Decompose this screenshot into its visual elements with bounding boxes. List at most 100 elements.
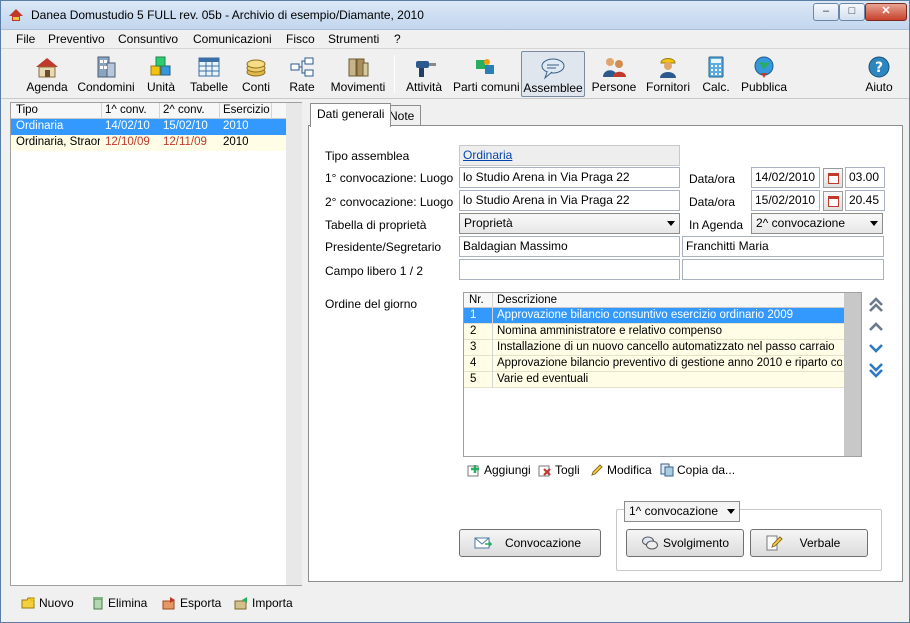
- app-logo-icon: [9, 9, 23, 21]
- menu-consuntivo[interactable]: Consuntivo: [118, 32, 178, 46]
- toolbar-label: Calc.: [702, 80, 730, 94]
- row-nr: 2: [470, 325, 477, 337]
- new-folder-icon: [21, 597, 35, 609]
- column-header-tipo[interactable]: Tipo: [16, 104, 38, 116]
- copia-da-button[interactable]: Copia da...: [660, 463, 735, 481]
- minimize-button[interactable]: –: [813, 3, 839, 21]
- conv2-luogo-input[interactable]: lo Studio Arena in Via Praga 22: [459, 190, 680, 211]
- campo-libero-1-input[interactable]: [459, 259, 680, 280]
- toolbar-attivita-button[interactable]: Attività: [403, 51, 445, 97]
- togli-button[interactable]: Togli: [538, 463, 580, 481]
- menu-help[interactable]: ?: [394, 32, 401, 46]
- elimina-button[interactable]: Elimina: [91, 596, 147, 610]
- table-row[interactable]: 1 Approvazione bilancio consuntivo eserci…: [464, 308, 844, 324]
- convocazione-select-value: 1^ convocazione: [629, 504, 719, 518]
- menu-comunicazioni[interactable]: Comunicazioni: [193, 32, 272, 46]
- column-header-conv1[interactable]: 1^ conv.: [105, 104, 147, 116]
- campo-libero-2-input[interactable]: [682, 259, 884, 280]
- building-icon: [97, 56, 116, 78]
- toolbar-label: Assemblee: [523, 81, 583, 95]
- move-bottom-icon[interactable]: [867, 361, 885, 379]
- in-agenda-select[interactable]: 2^ convocazione: [751, 213, 883, 234]
- toolbar-conti-button[interactable]: Conti: [237, 51, 275, 97]
- toolbar-movimenti-button[interactable]: Movimenti: [328, 51, 388, 97]
- move-top-icon[interactable]: [867, 296, 885, 314]
- toolbar-label: Aiuto: [865, 80, 893, 94]
- tabella-proprieta-select[interactable]: Proprietà: [459, 213, 680, 234]
- column-header-descrizione[interactable]: Descrizione: [497, 294, 557, 306]
- presidente-input[interactable]: Baldagian Massimo: [459, 236, 680, 257]
- table-row[interactable]: 4 Approvazione bilancio preventivo di ges…: [464, 356, 844, 372]
- grid-scrollbar[interactable]: [844, 293, 861, 456]
- close-button[interactable]: ✕: [865, 3, 907, 21]
- toolbar-assemblee-button[interactable]: Assemblee: [521, 51, 585, 97]
- chat-icon: [642, 536, 658, 550]
- menu-strumenti[interactable]: Strumenti: [328, 32, 379, 46]
- toolbar-fornitori-button[interactable]: Fornitori: [645, 51, 691, 97]
- dati-generali-panel: Tipo assemblea Ordinaria 1° convocazione…: [308, 125, 903, 582]
- toolbar-label: Agenda: [26, 80, 68, 94]
- nuovo-button[interactable]: Nuovo: [21, 596, 74, 610]
- toolbar-condomini-button[interactable]: Condomini: [77, 51, 135, 97]
- modifica-button[interactable]: Modifica: [590, 463, 652, 481]
- list-scrollbar[interactable]: [286, 103, 302, 585]
- toolbar-calc-button[interactable]: Calc.: [699, 51, 733, 97]
- toolbar-pubblica-button[interactable]: Pubblica: [739, 51, 789, 97]
- aggiungi-button[interactable]: Aggiungi: [467, 463, 531, 481]
- conv2-date-input[interactable]: 15/02/2010: [751, 190, 820, 211]
- convocazione-label: Convocazione: [504, 536, 582, 550]
- convocazione-button[interactable]: Convocazione: [459, 529, 601, 557]
- column-header-nr[interactable]: Nr.: [469, 294, 484, 306]
- menu-bar: File Preventivo Consuntivo Comunicazioni…: [1, 30, 909, 49]
- menu-preventivo[interactable]: Preventivo: [48, 32, 105, 46]
- column-header-esercizio[interactable]: Esercizio: [223, 104, 270, 116]
- tabella-proprieta-label: Tabella di proprietà: [325, 218, 427, 232]
- maximize-button[interactable]: □: [839, 3, 865, 21]
- list-item[interactable]: Ordinaria, Straordinaria 12/10/09 12/11/…: [11, 135, 286, 151]
- toolbar-persone-button[interactable]: Persone: [591, 51, 637, 97]
- toolbar-label: Movimenti: [330, 80, 386, 94]
- main-toolbar: Agenda Condomini Unità Tabelle Conti Rat…: [1, 49, 909, 99]
- toolbar-tabelle-button[interactable]: Tabelle: [187, 51, 231, 97]
- calendar-icon[interactable]: [823, 191, 843, 211]
- menu-fisco[interactable]: Fisco: [286, 32, 315, 46]
- copy-icon: [660, 463, 674, 477]
- in-agenda-label: In Agenda: [689, 218, 744, 232]
- toolbar-parti-comuni-button[interactable]: Parti comuni: [453, 51, 520, 97]
- table-row[interactable]: 3 Installazione di un nuovo cancello auto…: [464, 340, 844, 356]
- conv1-time-input[interactable]: 03.00: [845, 167, 885, 188]
- verbale-button[interactable]: Verbale: [750, 529, 868, 557]
- conv1-luogo-input[interactable]: lo Studio Arena in Via Praga 22: [459, 167, 680, 188]
- column-header-conv2[interactable]: 2^ conv.: [163, 104, 205, 116]
- move-up-icon[interactable]: [867, 318, 885, 336]
- table-row[interactable]: 2 Nomina amministratore e relativo compen…: [464, 324, 844, 340]
- toolbar-agenda-button[interactable]: Agenda: [23, 51, 71, 97]
- toolbar-label: Parti comuni: [453, 80, 520, 94]
- conv1-date-input[interactable]: 14/02/2010: [751, 167, 820, 188]
- toolbar-label: Fornitori: [645, 80, 690, 94]
- svolgimento-button[interactable]: Svolgimento: [626, 529, 744, 557]
- row-nr: 3: [470, 341, 477, 353]
- drill-icon: [416, 61, 436, 77]
- table-row[interactable]: 5 Varie ed eventuali: [464, 372, 844, 388]
- tabella-proprieta-value: Proprietà: [464, 216, 513, 230]
- convocazione-select[interactable]: 1^ convocazione: [624, 501, 740, 522]
- menu-file[interactable]: File: [16, 32, 35, 46]
- list-item[interactable]: Ordinaria 14/02/10 15/02/10 2010: [11, 119, 286, 135]
- importa-button[interactable]: Importa: [234, 596, 293, 610]
- esporta-button[interactable]: Esporta: [162, 596, 221, 610]
- flow-icon: [290, 57, 314, 77]
- tipo-assemblea-field[interactable]: Ordinaria: [459, 145, 680, 166]
- toolbar-unita-button[interactable]: Unità: [141, 51, 181, 97]
- calendar-icon[interactable]: [823, 168, 843, 188]
- cubes-icon: [150, 56, 171, 76]
- tab-dati-generali[interactable]: Dati generali: [310, 103, 392, 127]
- tipo-assemblea-link[interactable]: Ordinaria: [463, 148, 512, 162]
- toolbar-aiuto-button[interactable]: ? Aiuto: [861, 51, 897, 97]
- conv2-time-input[interactable]: 20.45: [845, 190, 885, 211]
- add-icon: [467, 465, 479, 477]
- segretario-input[interactable]: Franchitti Maria: [682, 236, 884, 257]
- toolbar-rate-button[interactable]: Rate: [283, 51, 321, 97]
- cell-conv2: 12/11/09: [163, 136, 207, 148]
- move-down-icon[interactable]: [867, 339, 885, 357]
